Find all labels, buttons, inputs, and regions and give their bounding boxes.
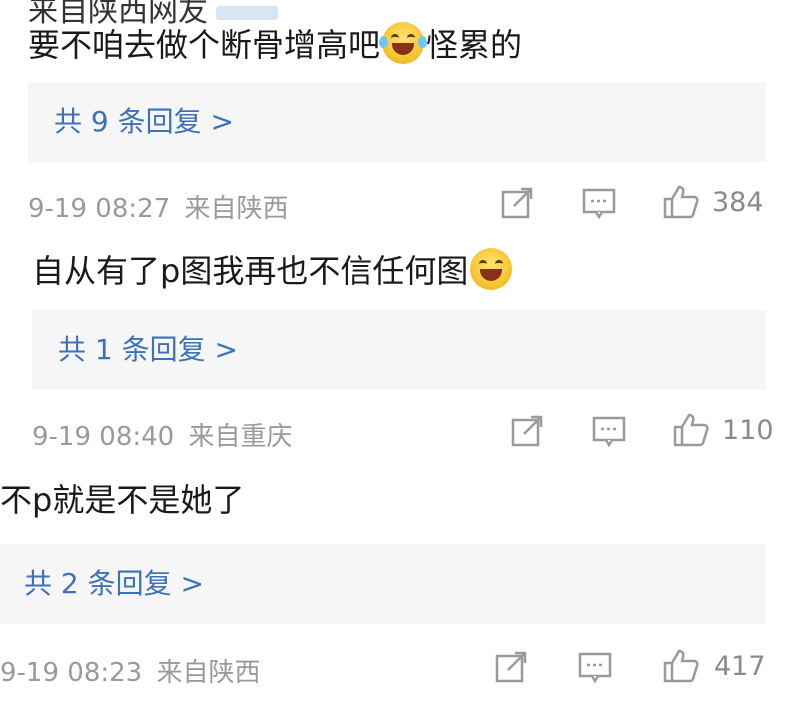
thumbs-up-icon <box>663 649 699 683</box>
comment-text: 不p就是不是她了 <box>0 478 244 522</box>
user-tag-badge <box>216 5 278 20</box>
comment-icon <box>582 188 616 220</box>
comment-text-before: 要不咱去做个断骨增高吧 <box>28 26 381 64</box>
thumbs-up-icon <box>663 185 699 219</box>
grin-emoji-icon <box>470 248 513 290</box>
share-button[interactable] <box>510 414 544 448</box>
comment-button[interactable] <box>582 186 616 220</box>
share-button[interactable] <box>500 186 534 220</box>
comment-text: 自从有了p图我再也不信任何图 <box>32 248 514 293</box>
view-replies-link[interactable]: 共 1 条回复 > <box>58 310 238 390</box>
comment-location: 来自重庆 <box>188 422 293 452</box>
thumbs-up-icon <box>673 413 709 447</box>
share-icon <box>501 187 533 219</box>
comment-time: 9-19 08:23 <box>0 658 143 688</box>
share-icon <box>495 651 527 683</box>
share-button[interactable] <box>494 650 528 684</box>
comment-meta: 9-19 08:27 来自陕西 <box>28 188 288 225</box>
like-button[interactable] <box>672 412 710 448</box>
like-count: 110 <box>722 415 774 446</box>
share-icon <box>511 415 543 447</box>
comment-button[interactable] <box>592 414 626 448</box>
reply-summary-box[interactable]: 共 1 条回复 > <box>32 310 766 390</box>
comment-button[interactable] <box>578 650 612 684</box>
reply-summary-box[interactable]: 共 9 条回复 > <box>28 82 766 162</box>
like-button[interactable] <box>662 184 700 220</box>
comment-location: 来自陕西 <box>184 194 289 224</box>
comment-icon <box>592 416 626 448</box>
comment-location: 来自陕西 <box>156 658 261 688</box>
like-count: 384 <box>712 187 764 218</box>
laugh-cry-emoji-icon <box>379 22 428 64</box>
comment-text-before: 不p就是不是她了 <box>0 481 245 519</box>
view-replies-link[interactable]: 共 2 条回复 > <box>24 544 204 624</box>
comment-time: 9-19 08:27 <box>28 194 171 224</box>
comment-meta: 9-19 08:40 来自重庆 <box>32 416 292 453</box>
like-count: 417 <box>714 651 766 682</box>
view-replies-link[interactable]: 共 9 条回复 > <box>54 82 234 162</box>
comment-text: 要不咱去做个断骨增高吧 怪累的 <box>28 22 522 67</box>
comment-meta: 9-19 08:23 来自陕西 <box>0 652 260 689</box>
comment-time: 9-19 08:40 <box>32 422 175 452</box>
comment-text-before: 自从有了p图我再也不信任何图 <box>32 252 469 290</box>
reply-summary-box[interactable]: 共 2 条回复 > <box>0 544 766 624</box>
comment-text-after: 怪累的 <box>426 26 523 64</box>
like-button[interactable] <box>662 648 700 684</box>
comment-icon <box>578 652 612 684</box>
